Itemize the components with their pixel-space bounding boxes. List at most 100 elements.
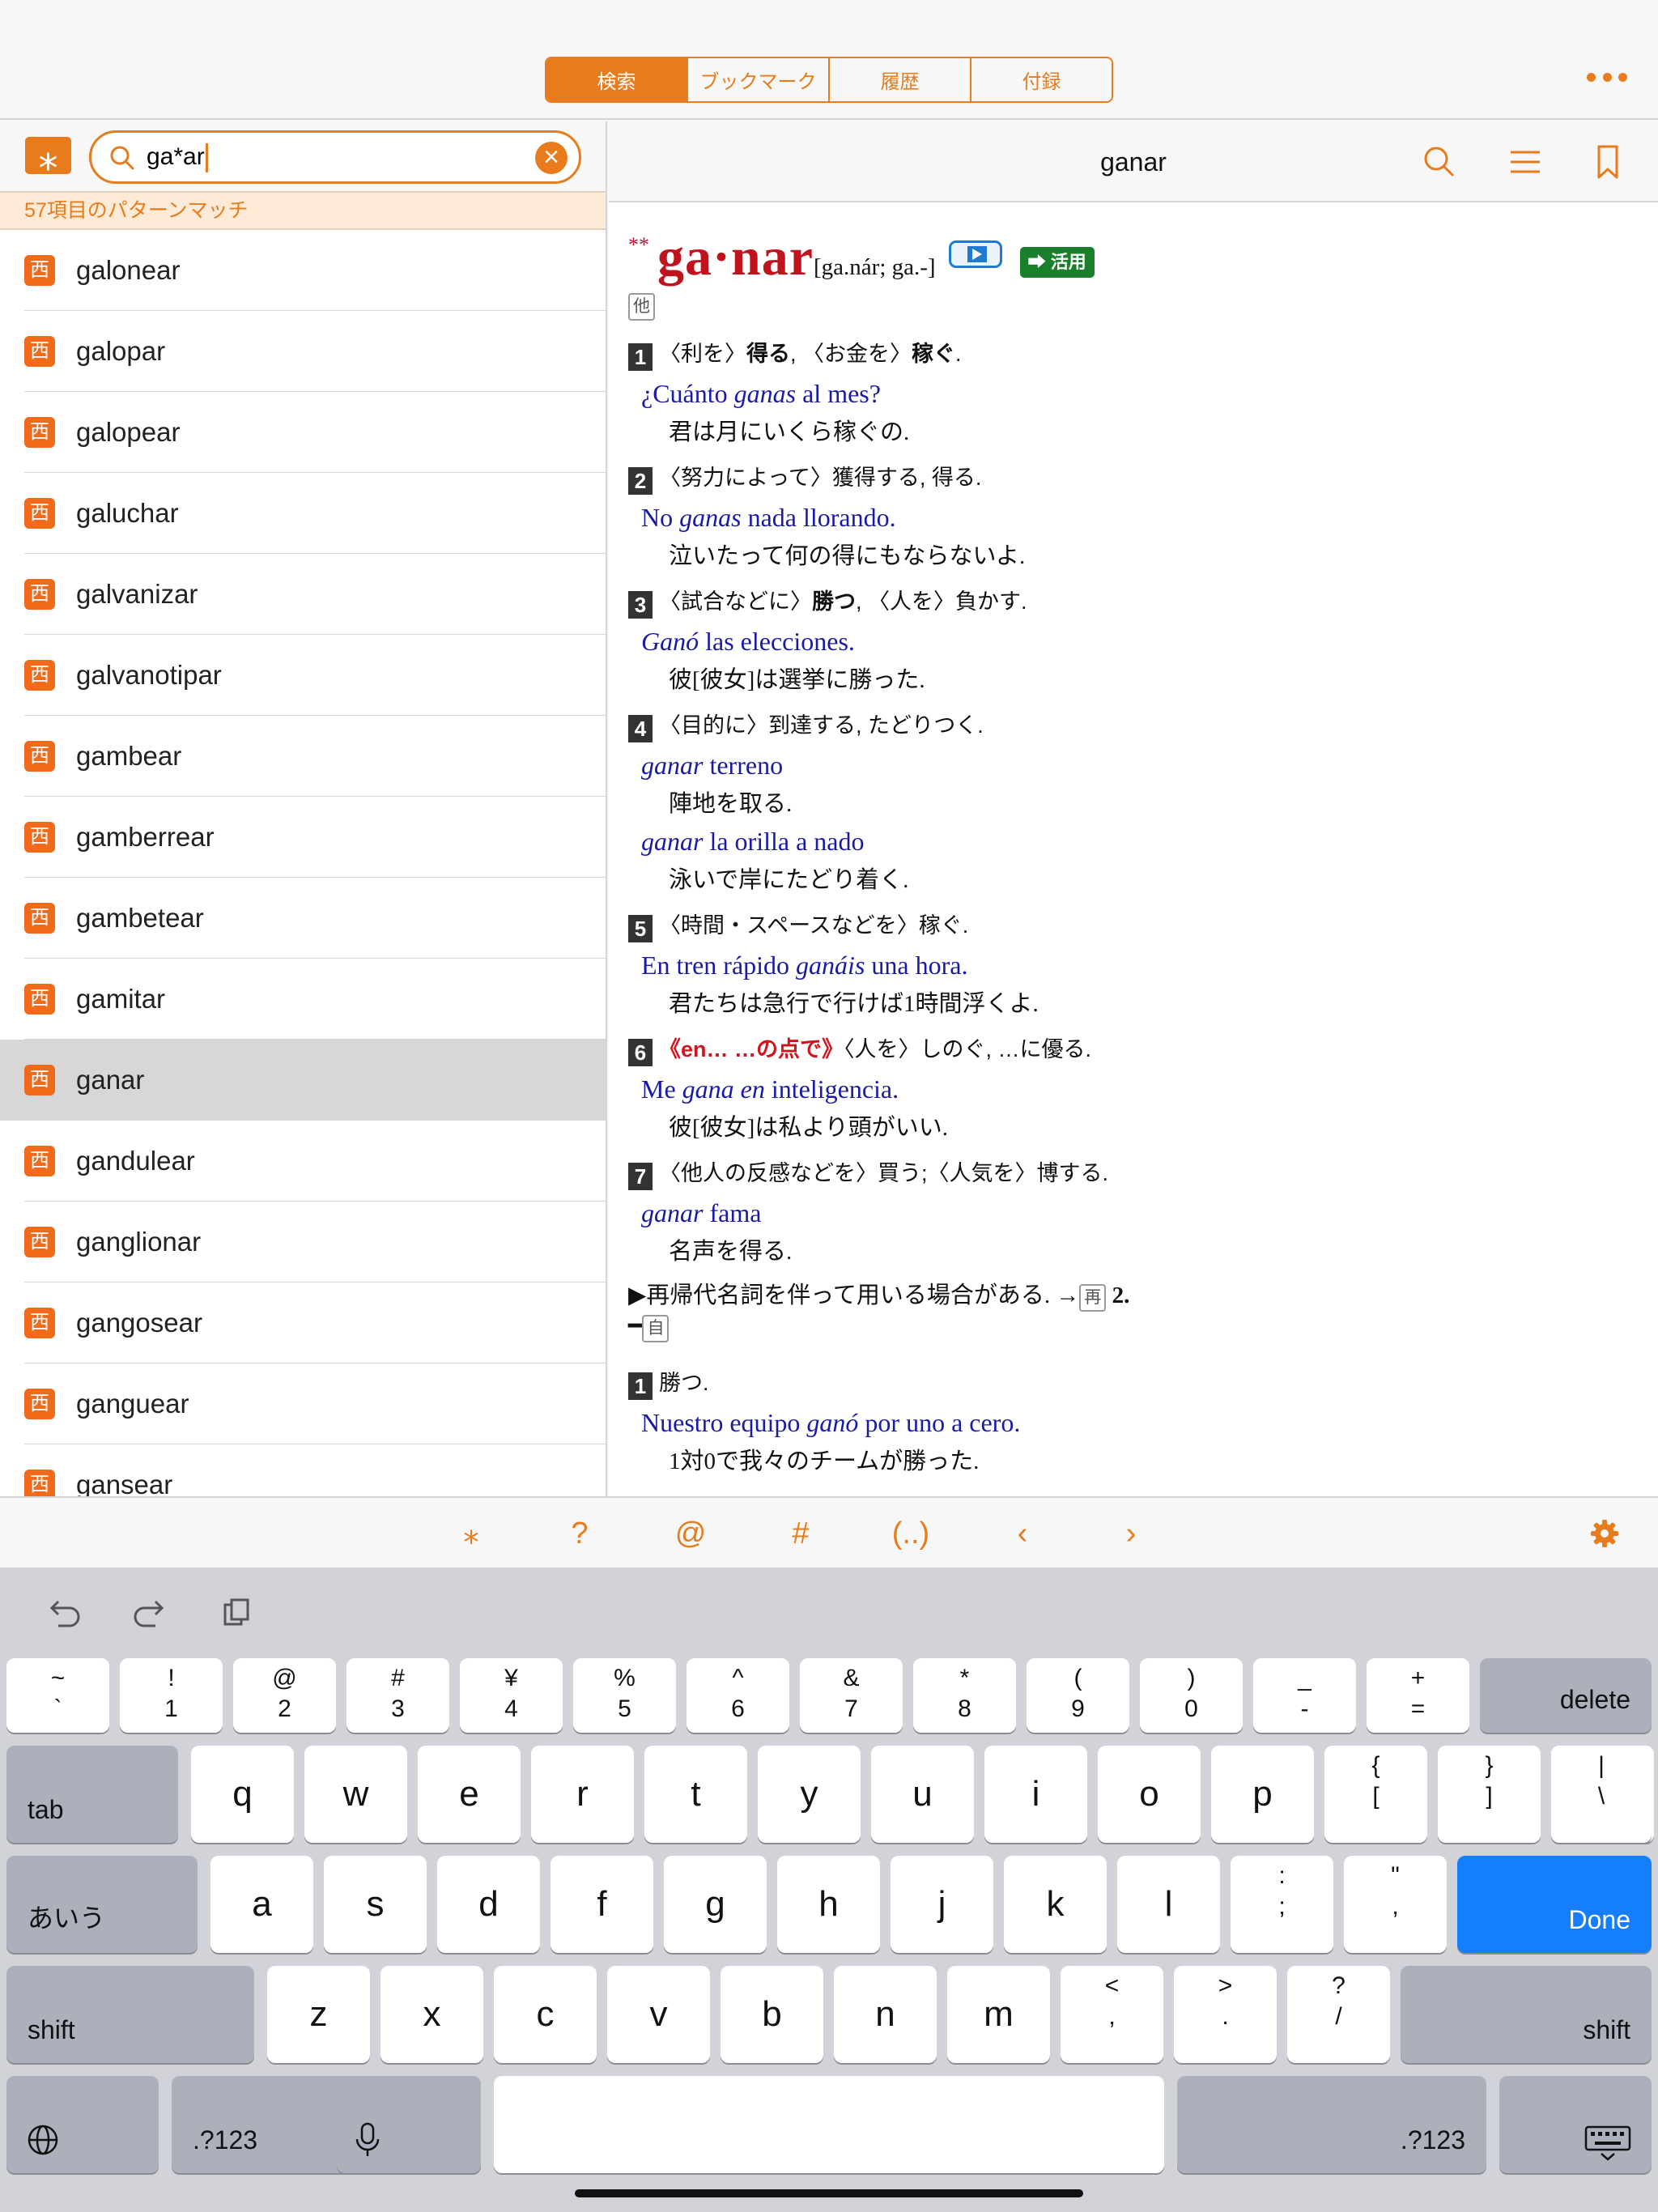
wildcard-question-button[interactable]: ? bbox=[551, 1498, 608, 1569]
key-row1-12[interactable]: + = bbox=[1367, 1658, 1469, 1733]
word-list-item[interactable]: 西 galonear bbox=[0, 230, 606, 311]
wildcard-group-button[interactable]: (..) bbox=[882, 1498, 939, 1569]
dictation-key[interactable] bbox=[337, 2076, 481, 2173]
key-a[interactable]: a bbox=[210, 1856, 313, 1953]
key-x[interactable]: x bbox=[380, 1966, 483, 2063]
word-list-item[interactable]: 西 galvanizar bbox=[0, 554, 606, 635]
cursor-left-button[interactable]: ‹ bbox=[994, 1498, 1051, 1569]
globe-key[interactable] bbox=[6, 2076, 159, 2173]
shift-key-left[interactable]: shift bbox=[6, 1966, 254, 2063]
word-list-item[interactable]: 西 gamitar bbox=[0, 959, 606, 1040]
wildcard-asterisk-button[interactable]: ⁎ bbox=[443, 1498, 500, 1569]
key-h[interactable]: h bbox=[777, 1856, 880, 1953]
tab-history[interactable]: 履歴 bbox=[830, 58, 971, 101]
delete-key[interactable]: delete bbox=[1480, 1658, 1652, 1733]
key-row1-0[interactable]: ~ ` bbox=[6, 1658, 109, 1733]
wildcard-icon[interactable]: ⁎ bbox=[25, 137, 71, 177]
key-w[interactable]: w bbox=[304, 1746, 407, 1843]
key-n[interactable]: n bbox=[834, 1966, 937, 2063]
key-row1-9[interactable]: (9 bbox=[1027, 1658, 1129, 1733]
word-list-item[interactable]: 西 gansear bbox=[0, 1444, 606, 1496]
key-punct-1[interactable]: ", bbox=[1344, 1856, 1447, 1953]
key-row1-3[interactable]: #3 bbox=[346, 1658, 449, 1733]
done-key[interactable]: Done bbox=[1457, 1856, 1652, 1953]
key-c[interactable]: c bbox=[494, 1966, 597, 2063]
space-key[interactable] bbox=[494, 2076, 1164, 2173]
word-list-item[interactable]: 西 galvanotipar bbox=[0, 635, 606, 716]
undo-icon[interactable] bbox=[44, 1597, 84, 1629]
wildcard-hash-button[interactable]: # bbox=[772, 1498, 829, 1569]
key-p[interactable]: p bbox=[1211, 1746, 1314, 1843]
key-d[interactable]: d bbox=[437, 1856, 540, 1953]
key-row1-6[interactable]: ^ 6 bbox=[687, 1658, 789, 1733]
word-list-item[interactable]: 西 gandulear bbox=[0, 1121, 606, 1202]
key-k[interactable]: k bbox=[1004, 1856, 1107, 1953]
key-m[interactable]: m bbox=[947, 1966, 1050, 2063]
paste-icon[interactable] bbox=[220, 1595, 256, 1631]
key-j[interactable]: j bbox=[891, 1856, 993, 1953]
wildcard-at-button[interactable]: @ bbox=[662, 1498, 719, 1569]
key-punct2-1[interactable]: >. bbox=[1174, 1966, 1277, 2063]
dismiss-keyboard-key[interactable] bbox=[1499, 2076, 1652, 2173]
more-icon[interactable] bbox=[1587, 65, 1627, 89]
conjugation-button[interactable]: ➡ 活用 bbox=[1019, 247, 1095, 278]
tab-search[interactable]: 検索 bbox=[546, 58, 688, 101]
key-l[interactable]: l bbox=[1117, 1856, 1220, 1953]
key-r[interactable]: r bbox=[531, 1746, 634, 1843]
word-list-item[interactable]: 西 gangosear bbox=[0, 1283, 606, 1363]
key-row1-8[interactable]: * 8 bbox=[913, 1658, 1016, 1733]
word-list-item[interactable]: 西 ganguear bbox=[0, 1363, 606, 1444]
key-e[interactable]: e bbox=[418, 1746, 521, 1843]
key-row1-4[interactable]: ¥4 bbox=[460, 1658, 563, 1733]
key-punct-0[interactable]: :; bbox=[1231, 1856, 1333, 1953]
key-row1-10[interactable]: ) 0 bbox=[1140, 1658, 1243, 1733]
key-row1-7[interactable]: & 7 bbox=[800, 1658, 903, 1733]
search-icon[interactable] bbox=[1417, 139, 1462, 185]
key-u[interactable]: u bbox=[871, 1746, 974, 1843]
key-row1-11[interactable]: _ - bbox=[1253, 1658, 1356, 1733]
word-list-item[interactable]: 西 gamberrear bbox=[0, 797, 606, 878]
redo-icon[interactable] bbox=[130, 1597, 170, 1629]
key-bracket-0[interactable]: {[ bbox=[1324, 1746, 1427, 1843]
cross-ref-link[interactable]: 再 bbox=[1079, 1284, 1107, 1312]
key-s[interactable]: s bbox=[324, 1856, 427, 1953]
tab-key[interactable]: tab bbox=[6, 1746, 178, 1843]
search-input[interactable]: ga*ar bbox=[147, 139, 208, 175]
key-t[interactable]: t bbox=[644, 1746, 747, 1843]
word-list-item[interactable]: 西 galopear bbox=[0, 392, 606, 473]
key-row1-2[interactable]: @2 bbox=[233, 1658, 336, 1733]
key-bracket-1[interactable]: }] bbox=[1438, 1746, 1541, 1843]
cursor-right-button[interactable]: › bbox=[1103, 1498, 1159, 1569]
word-list-item[interactable]: 西 galuchar bbox=[0, 473, 606, 554]
key-backslash[interactable]: | \ bbox=[1551, 1746, 1652, 1843]
key-f[interactable]: f bbox=[551, 1856, 653, 1953]
list-icon[interactable] bbox=[1503, 139, 1548, 185]
bookmark-icon[interactable] bbox=[1585, 139, 1630, 185]
word-list-item[interactable]: 西 ganar bbox=[0, 1040, 606, 1121]
key-b[interactable]: b bbox=[721, 1966, 823, 2063]
key-o[interactable]: o bbox=[1098, 1746, 1201, 1843]
key-g[interactable]: g bbox=[664, 1856, 767, 1953]
search-field[interactable]: ga*ar × bbox=[89, 130, 581, 184]
key-v[interactable]: v bbox=[607, 1966, 710, 2063]
word-list-item[interactable]: 西 galopar bbox=[0, 311, 606, 392]
tab-appendix[interactable]: 付録 bbox=[971, 58, 1112, 101]
word-list-item[interactable]: 西 gambear bbox=[0, 716, 606, 797]
clear-icon[interactable]: × bbox=[535, 142, 568, 174]
shift-key-right[interactable]: shift bbox=[1401, 1966, 1652, 2063]
key-punct2-0[interactable]: <, bbox=[1061, 1966, 1163, 2063]
kana-key[interactable]: あいう bbox=[6, 1856, 198, 1953]
key-y[interactable]: y bbox=[758, 1746, 861, 1843]
key-z[interactable]: z bbox=[267, 1966, 370, 2063]
key-punct2-2[interactable]: ? / bbox=[1287, 1966, 1390, 2063]
key-i[interactable]: i bbox=[984, 1746, 1087, 1843]
key-row1-5[interactable]: % 5 bbox=[573, 1658, 676, 1733]
key-q[interactable]: q bbox=[191, 1746, 294, 1843]
play-audio-icon[interactable] bbox=[948, 240, 1002, 268]
numbers-key-right[interactable]: .?123 bbox=[1177, 2076, 1486, 2173]
gear-icon[interactable] bbox=[1588, 1517, 1621, 1550]
key-row1-1[interactable]: ! 1 bbox=[120, 1658, 223, 1733]
tab-bookmarks[interactable]: ブックマーク bbox=[688, 58, 830, 101]
word-list-item[interactable]: 西 gambetear bbox=[0, 878, 606, 959]
word-list-item[interactable]: 西 ganglionar bbox=[0, 1202, 606, 1283]
